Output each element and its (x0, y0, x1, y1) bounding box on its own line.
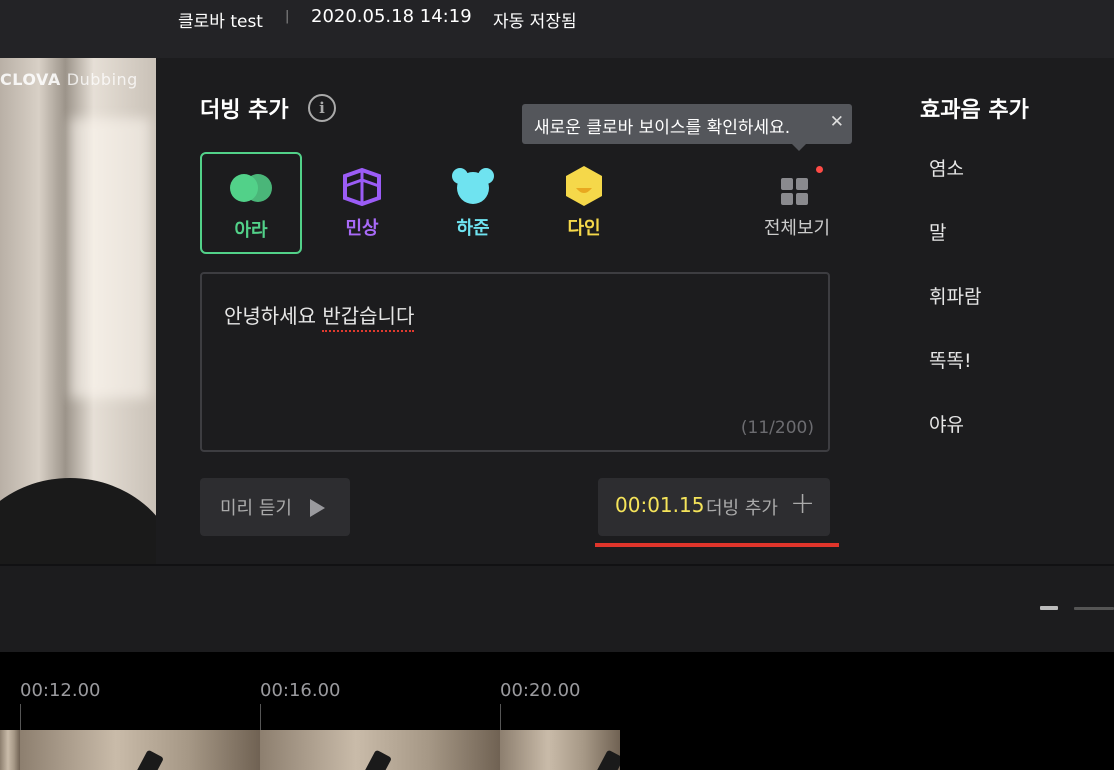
timeline[interactable]: 00:12.00 00:16.00 00:20.00 (0, 652, 1114, 770)
tooltip-arrow (792, 144, 806, 151)
view-all-voices-button[interactable]: 전체보기 (760, 166, 834, 242)
add-dubbing-label: 더빙 추가 (706, 498, 778, 519)
timeline-tick-label: 00:16.00 (260, 680, 341, 701)
project-name[interactable]: 클로바 test (178, 7, 263, 32)
new-indicator-dot (816, 166, 823, 173)
sfx-item[interactable]: 야유 (929, 410, 964, 437)
person-silhouette (0, 478, 156, 565)
sfx-item[interactable]: 똑똑! (929, 346, 972, 373)
timeline-tick-line (260, 704, 261, 732)
save-timestamp: 2020.05.18 14:19 (311, 6, 472, 27)
header-separator: | (285, 9, 290, 24)
char-count: (11/200) (740, 418, 814, 438)
add-dubbing-button[interactable]: 00:01.15 더빙 추가 + (598, 478, 830, 536)
zoom-out-handle[interactable] (1040, 606, 1058, 610)
view-all-label: 전체보기 (763, 218, 831, 239)
video-thumbnail[interactable] (0, 730, 20, 770)
insert-time: 00:01.15 (615, 493, 705, 517)
voice-hajun-button[interactable]: 하준 (422, 152, 524, 254)
plus-icon: + (790, 486, 816, 521)
play-icon (310, 499, 325, 517)
sfx-item[interactable]: 휘파람 (929, 282, 981, 309)
voice-label: 아라 (234, 220, 268, 241)
sfx-item[interactable]: 말 (929, 218, 946, 245)
voice-dain-button[interactable]: 다인 (533, 152, 635, 254)
clova-dubbing-logo: CLOVA Dubbing (0, 70, 138, 89)
video-thumbnail[interactable] (260, 730, 500, 770)
minsang-book-icon (343, 167, 381, 206)
video-preview[interactable]: CLOVA Dubbing (0, 58, 156, 565)
info-icon[interactable]: i (308, 94, 336, 122)
timeline-tick-label: 00:12.00 (20, 680, 101, 701)
hajun-bear-icon (452, 168, 494, 204)
new-voice-tooltip: 새로운 클로바 보이스를 확인하세요. ✕ (522, 104, 852, 151)
window-light (70, 118, 150, 398)
ara-heart-icon (230, 174, 272, 202)
dubbing-text-content[interactable]: 안녕하세요 반갑습니다 (224, 300, 415, 332)
highlight-underline (595, 543, 839, 547)
sfx-title: 효과음 추가 (920, 98, 1029, 123)
zoom-slider-track[interactable] (1074, 607, 1114, 610)
video-thumbnail[interactable] (500, 730, 620, 770)
timeline-tick-line (20, 704, 21, 732)
sfx-item[interactable]: 염소 (929, 154, 964, 181)
preview-listen-button[interactable]: 미리 듣기 (200, 478, 350, 536)
dubbing-text-input[interactable]: 안녕하세요 반갑습니다 (11/200) (200, 272, 830, 452)
voice-label: 하준 (456, 218, 490, 239)
timeline-tick-line (500, 704, 501, 732)
timeline-tick-label: 00:20.00 (500, 680, 581, 701)
timeline-toolbar (0, 566, 1114, 652)
spellcheck-marked-word: 반갑습니다 (322, 304, 415, 332)
dubbing-title: 더빙 추가 (200, 98, 289, 123)
voice-label: 다인 (567, 218, 601, 239)
close-icon[interactable]: ✕ (830, 112, 844, 132)
voice-minsang-button[interactable]: 민상 (311, 152, 413, 254)
tooltip-text: 새로운 클로바 보이스를 확인하세요. (534, 118, 791, 138)
save-status: 자동 저장됨 (493, 12, 577, 32)
grid-icon (781, 178, 809, 206)
top-bar: 클로바 test | 2020.05.18 14:19 자동 저장됨 (0, 0, 1114, 58)
voice-ara-button[interactable]: 아라 (200, 152, 302, 254)
dain-hexagon-icon (566, 166, 602, 206)
video-thumbnail[interactable] (20, 730, 260, 770)
preview-button-label: 미리 듣기 (220, 498, 292, 519)
voice-label: 민상 (345, 218, 379, 239)
